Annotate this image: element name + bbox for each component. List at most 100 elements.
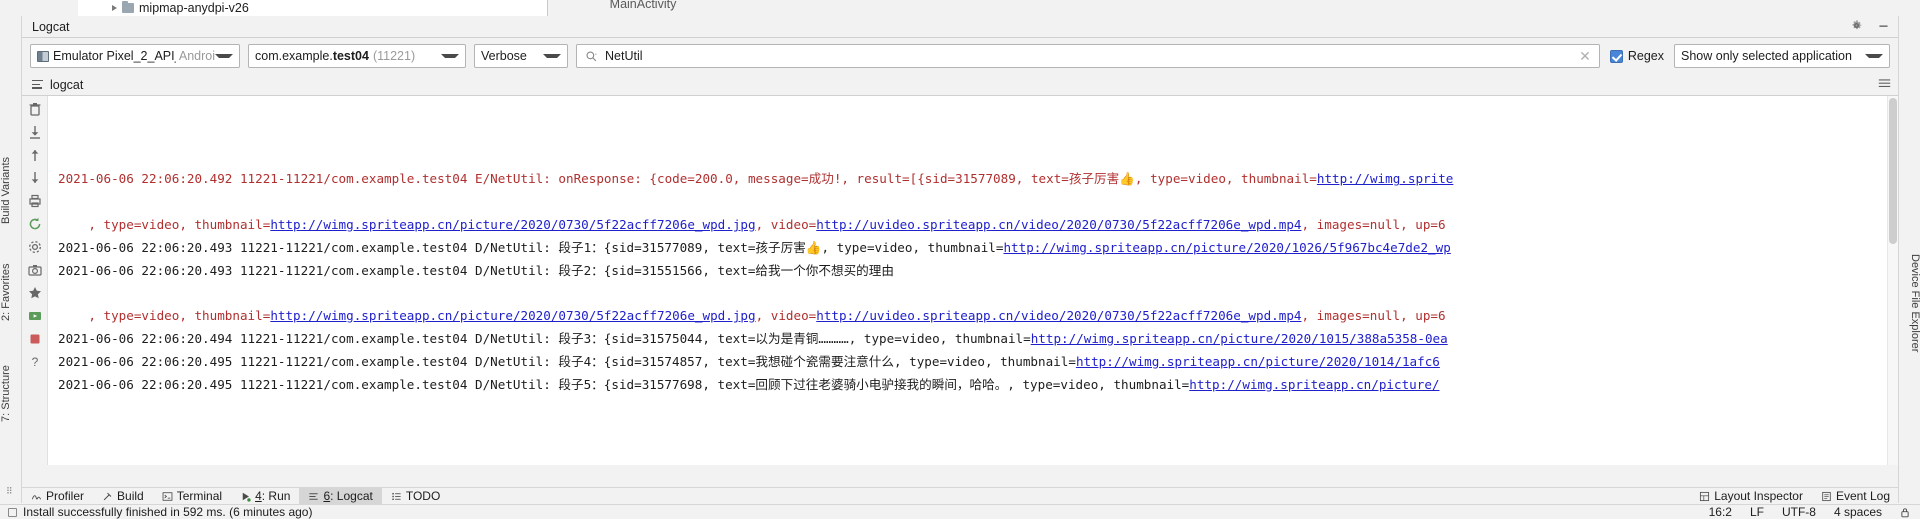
log-line[interactable]: 2021-06-06 22:06:20.495 11221-11221/com.… <box>48 351 1898 374</box>
status-bar: Install successfully finished in 592 ms.… <box>0 504 1920 519</box>
line-separator[interactable]: LF <box>1750 505 1764 519</box>
log-line[interactable]: , type=video, thumbnail=http://wimg.spri… <box>48 305 1898 328</box>
tool-button-profiler-label: Profiler <box>46 489 85 503</box>
logcat-filter-toolbar: Emulator Pixel_2_API_26 Androi com.examp… <box>22 38 1898 74</box>
tool-button-profiler[interactable]: Profiler <box>22 488 93 505</box>
log-text: 2021-06-06 22:06:20.492 11221-11221/com.… <box>58 171 1317 187</box>
tool-button-todo-label: TODO <box>405 489 441 503</box>
up-arrow-icon[interactable] <box>27 147 43 163</box>
logcat-output[interactable]: 2021-06-06 22:06:20.492 11221-11221/com.… <box>48 96 1898 465</box>
log-line[interactable]: , type=video, thumbnail=http://wimg.spri… <box>48 214 1898 237</box>
project-tree-node[interactable]: mipmap-anydpi-v26 <box>78 0 548 16</box>
log-text: 2021-06-06 22:06:20.495 11221-11221/com.… <box>58 376 1190 392</box>
stop-square-icon[interactable] <box>27 331 43 347</box>
search-input[interactable]: NetUtil ✕ <box>576 44 1600 68</box>
help-icon[interactable]: ? <box>27 354 43 370</box>
status-message-group: Install successfully finished in 592 ms.… <box>0 505 312 519</box>
todo-icon <box>391 491 402 502</box>
tool-button-todo[interactable]: TODO <box>382 488 449 505</box>
tool-button-logcat[interactable]: 6: Logcat <box>299 487 382 505</box>
log-line[interactable]: 2021-06-06 22:06:20.494 11221-11221/com.… <box>48 328 1898 351</box>
process-package: com.example. <box>255 49 333 63</box>
indent-setting[interactable]: 4 spaces <box>1834 505 1882 519</box>
tool-button-terminal-label: Terminal <box>176 489 223 503</box>
log-line[interactable]: 2021-06-06 22:06:20.493 11221-11221/com.… <box>48 260 1898 283</box>
tool-button-logcat-label: Logcat <box>336 489 373 503</box>
log-line[interactable] <box>48 282 1898 305</box>
tool-button-terminal[interactable]: Terminal <box>153 488 231 505</box>
clear-x-icon[interactable]: ✕ <box>1571 49 1591 63</box>
chevron-down-icon[interactable] <box>1865 54 1883 58</box>
log-line[interactable]: 2021-06-06 22:06:20.495 11221-11221/com.… <box>48 374 1898 397</box>
logcat-title: Logcat <box>32 19 70 34</box>
device-selector-label: Emulator Pixel_2_API_26 <box>53 49 176 63</box>
log-link[interactable]: http://wimg.spriteapp.cn/picture/2020/10… <box>1031 331 1448 346</box>
log-line[interactable]: 2021-06-06 22:06:20.493 11221-11221/com.… <box>48 237 1898 260</box>
soft-wrap-icon[interactable] <box>1878 78 1891 90</box>
scroll-to-end-icon[interactable] <box>27 124 43 140</box>
tab-logcat[interactable]: logcat <box>50 78 83 92</box>
caret-position[interactable]: 16:2 <box>1709 505 1732 519</box>
down-arrow-icon[interactable] <box>27 170 43 186</box>
log-text: , type=video, thumbnail= <box>58 216 271 232</box>
sidebar-item-structure[interactable]: 7: Structure <box>0 346 22 442</box>
chevron-down-icon[interactable] <box>543 54 561 58</box>
settings-gear-icon[interactable] <box>27 239 43 255</box>
log-link[interactable]: http://uvideo.spriteapp.cn/video/2020/07… <box>816 217 1301 232</box>
svg-text:?: ? <box>31 355 38 369</box>
regex-checkbox[interactable]: Regex <box>1608 49 1666 63</box>
star-icon[interactable] <box>27 285 43 301</box>
triangle-right-icon[interactable] <box>112 5 117 11</box>
log-link[interactable]: http://wimg.spriteapp.cn/picture/2020/10… <box>1003 240 1450 255</box>
log-link[interactable]: http://wimg.spriteapp.cn/picture/ <box>1189 377 1439 392</box>
log-link[interactable]: http://wimg.sprite <box>1317 171 1453 186</box>
lock-icon[interactable] <box>1900 507 1910 518</box>
device-selector[interactable]: Emulator Pixel_2_API_26 Androi <box>30 44 240 68</box>
log-link[interactable]: http://wimg.spriteapp.cn/picture/2020/07… <box>270 308 755 323</box>
log-line[interactable]: 2021-06-06 22:06:20.492 11221-11221/com.… <box>48 168 1898 191</box>
log-text: 2021-06-06 22:06:20.493 11221-11221/com.… <box>58 262 894 278</box>
log-line[interactable] <box>48 191 1898 214</box>
tool-button-event-log[interactable]: Event Log <box>1821 488 1890 505</box>
console-vertical-scrollbar[interactable] <box>1887 96 1898 465</box>
screenshot-icon[interactable] <box>27 262 43 278</box>
logcat-panel: Logcat Emulator Pixel_2_API_26 Androi <box>22 16 1898 487</box>
sidebar-item-device-file-explorer[interactable]: Device File Explorer <box>1899 228 1920 378</box>
editor-tab-label[interactable]: MainActivity <box>548 0 738 11</box>
minimize-icon[interactable] <box>1877 19 1890 32</box>
logcat-tab-row: logcat <box>22 74 1898 96</box>
sidebar-item-favorites[interactable]: 2: Favorites <box>0 244 22 340</box>
checkbox-checked-icon[interactable] <box>1609 49 1623 63</box>
screen-record-icon[interactable] <box>27 308 43 324</box>
run-play-icon <box>240 491 251 502</box>
trash-icon[interactable] <box>27 101 43 117</box>
gear-icon[interactable] <box>1850 19 1863 32</box>
log-link[interactable]: http://wimg.spriteapp.cn/picture/2020/10… <box>1076 354 1440 369</box>
more-dots-icon[interactable]: ⠿ <box>6 487 16 497</box>
status-message: Install successfully finished in 592 ms.… <box>23 505 313 519</box>
sidebar-item-build-variants[interactable]: Build Variants <box>0 144 22 236</box>
chevron-down-icon[interactable] <box>441 54 459 58</box>
tool-button-run[interactable]: 4: Run <box>231 488 299 505</box>
scrollbar-thumb[interactable] <box>1889 98 1897 244</box>
chevron-down-icon[interactable] <box>215 54 233 58</box>
filter-scope-selector[interactable]: Show only selected application <box>1674 44 1890 68</box>
logcat-icon <box>308 491 319 502</box>
tool-button-layout-inspector[interactable]: Layout Inspector <box>1699 488 1803 505</box>
log-link[interactable]: http://wimg.spriteapp.cn/picture/2020/07… <box>270 217 755 232</box>
tool-button-build[interactable]: Build <box>93 488 153 505</box>
log-link[interactable]: http://uvideo.spriteapp.cn/video/2020/07… <box>816 308 1301 323</box>
log-level-label: Verbose <box>481 49 527 63</box>
print-icon[interactable] <box>27 193 43 209</box>
encoding[interactable]: UTF-8 <box>1782 505 1816 519</box>
log-level-selector[interactable]: Verbose <box>474 44 568 68</box>
status-indicators: 16:2 LF UTF-8 4 spaces <box>1709 505 1920 519</box>
tool-button-event-log-label: Event Log <box>1835 489 1890 503</box>
process-selector[interactable]: com.example. test04 (11221) <box>248 44 466 68</box>
editor-tab-strip: MainActivity <box>548 0 1920 16</box>
android-studio-logcat-window: mipmap-anydpi-v26 MainActivity Build Var… <box>0 0 1920 519</box>
logcat-body: ? 2021-06-06 22:06:20.492 11221-11221/co… <box>22 96 1898 465</box>
restart-icon[interactable] <box>27 216 43 232</box>
